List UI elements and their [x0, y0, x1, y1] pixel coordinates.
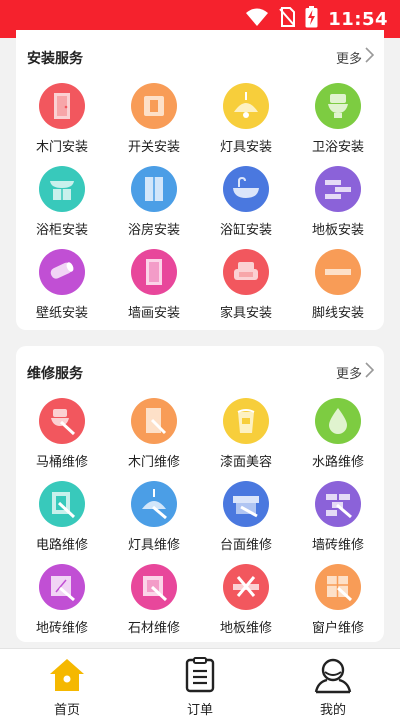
service-item-6[interactable]: 浴缸安装: [200, 166, 292, 238]
more-label: 更多: [335, 366, 362, 382]
floor-icon: [315, 166, 361, 212]
service-label: 灯具维修: [127, 538, 180, 553]
more-label: 更多: [335, 51, 362, 67]
repair-more-link[interactable]: 更多: [335, 362, 375, 382]
service-label: 木门安装: [35, 140, 88, 155]
service-label: 墙砖维修: [311, 538, 364, 553]
service-label: 地砖维修: [35, 621, 88, 636]
countertop-repair-icon: [223, 481, 269, 527]
chevron-right-icon: [365, 47, 375, 67]
repair-item-7[interactable]: 墙砖维修: [292, 481, 384, 553]
install-services-card: 安装服务 更多 木门安装 开关安装 灯具安装 卫浴安装 浴柜安装 浴房安装 浴缸…: [16, 30, 384, 330]
service-item-8[interactable]: 壁纸安装: [16, 249, 108, 321]
wall-painting-icon: [131, 249, 177, 295]
water-drop-icon: [315, 398, 361, 444]
service-label: 地板维修: [219, 621, 272, 636]
floor-repair-icon: [223, 564, 269, 610]
repair-item-6[interactable]: 台面维修: [200, 481, 292, 553]
repair-item-2[interactable]: 漆面美容: [200, 398, 292, 470]
door-icon: [39, 83, 85, 129]
shower-room-icon: [131, 166, 177, 212]
service-label: 脚线安装: [311, 306, 364, 321]
service-item-5[interactable]: 浴房安装: [108, 166, 200, 238]
service-label: 浴柜安装: [35, 223, 88, 238]
service-item-4[interactable]: 浴柜安装: [16, 166, 108, 238]
toilet-icon: [315, 83, 361, 129]
service-label: 墙画安装: [127, 306, 180, 321]
service-label: 卫浴安装: [311, 140, 364, 155]
service-item-1[interactable]: 开关安装: [108, 83, 200, 155]
nav-home[interactable]: 首页: [27, 655, 107, 718]
repair-item-4[interactable]: 电路维修: [16, 481, 108, 553]
repair-section-title: 维修服务: [27, 366, 83, 382]
service-item-11[interactable]: 脚线安装: [292, 249, 384, 321]
service-item-2[interactable]: 灯具安装: [200, 83, 292, 155]
service-label: 窗户维修: [311, 621, 364, 636]
stone-repair-icon: [131, 564, 177, 610]
wallpaper-icon: [39, 249, 85, 295]
service-item-10[interactable]: 家具安装: [200, 249, 292, 321]
service-item-9[interactable]: 墙画安装: [108, 249, 200, 321]
service-item-3[interactable]: 卫浴安装: [292, 83, 384, 155]
service-label: 台面维修: [219, 538, 272, 553]
sofa-icon: [223, 249, 269, 295]
circuit-repair-icon: [39, 481, 85, 527]
lamp-repair-icon: [131, 481, 177, 527]
service-label: 木门维修: [127, 455, 180, 470]
nav-label: 订单: [186, 703, 213, 718]
service-label: 浴缸安装: [219, 223, 272, 238]
switch-icon: [131, 83, 177, 129]
install-more-link[interactable]: 更多: [335, 47, 375, 67]
wifi-icon: [245, 7, 269, 31]
service-label: 马桶维修: [35, 455, 88, 470]
service-label: 石材维修: [127, 621, 180, 636]
battery-charging-icon: [305, 6, 318, 32]
service-label: 电路维修: [35, 538, 88, 553]
floor-tile-repair-icon: [39, 564, 85, 610]
bottom-nav: 首页 订单 我的: [0, 648, 400, 720]
repair-item-8[interactable]: 地砖维修: [16, 564, 108, 636]
service-label: 家具安装: [219, 306, 272, 321]
repair-item-3[interactable]: 水路维修: [292, 398, 384, 470]
repair-item-5[interactable]: 灯具维修: [108, 481, 200, 553]
status-icons: 11:54: [245, 6, 388, 32]
status-time: 11:54: [328, 8, 388, 30]
service-item-0[interactable]: 木门安装: [16, 83, 108, 155]
repair-item-1[interactable]: 木门维修: [108, 398, 200, 470]
lamp-icon: [223, 83, 269, 129]
service-label: 开关安装: [127, 140, 180, 155]
service-label: 水路维修: [311, 455, 364, 470]
wall-tile-repair-icon: [315, 481, 361, 527]
nav-label: 首页: [53, 703, 80, 718]
profile-icon: [293, 655, 373, 695]
repair-item-10[interactable]: 地板维修: [200, 564, 292, 636]
bathtub-icon: [223, 166, 269, 212]
no-sim-icon: [279, 7, 296, 31]
toilet-repair-icon: [39, 398, 85, 444]
orders-icon: [160, 655, 240, 695]
nav-label: 我的: [319, 703, 346, 718]
baseboard-icon: [315, 249, 361, 295]
window-repair-icon: [315, 564, 361, 610]
repair-services-card: 维修服务 更多 马桶维修 木门维修 漆面美容 水路维修 电路维修 灯具维修 台面…: [16, 346, 384, 642]
repair-item-11[interactable]: 窗户维修: [292, 564, 384, 636]
nav-profile[interactable]: 我的: [293, 655, 373, 718]
chevron-right-icon: [365, 362, 375, 382]
paint-bucket-icon: [223, 398, 269, 444]
bath-cabinet-icon: [39, 166, 85, 212]
repair-item-0[interactable]: 马桶维修: [16, 398, 108, 470]
service-label: 浴房安装: [127, 223, 180, 238]
service-label: 漆面美容: [219, 455, 272, 470]
nav-orders[interactable]: 订单: [160, 655, 240, 718]
home-icon: [27, 655, 107, 695]
service-label: 灯具安装: [219, 140, 272, 155]
service-label: 壁纸安装: [35, 306, 88, 321]
install-section-title: 安装服务: [27, 51, 83, 67]
door-repair-icon: [131, 398, 177, 444]
service-item-7[interactable]: 地板安装: [292, 166, 384, 238]
service-label: 地板安装: [311, 223, 364, 238]
repair-item-9[interactable]: 石材维修: [108, 564, 200, 636]
